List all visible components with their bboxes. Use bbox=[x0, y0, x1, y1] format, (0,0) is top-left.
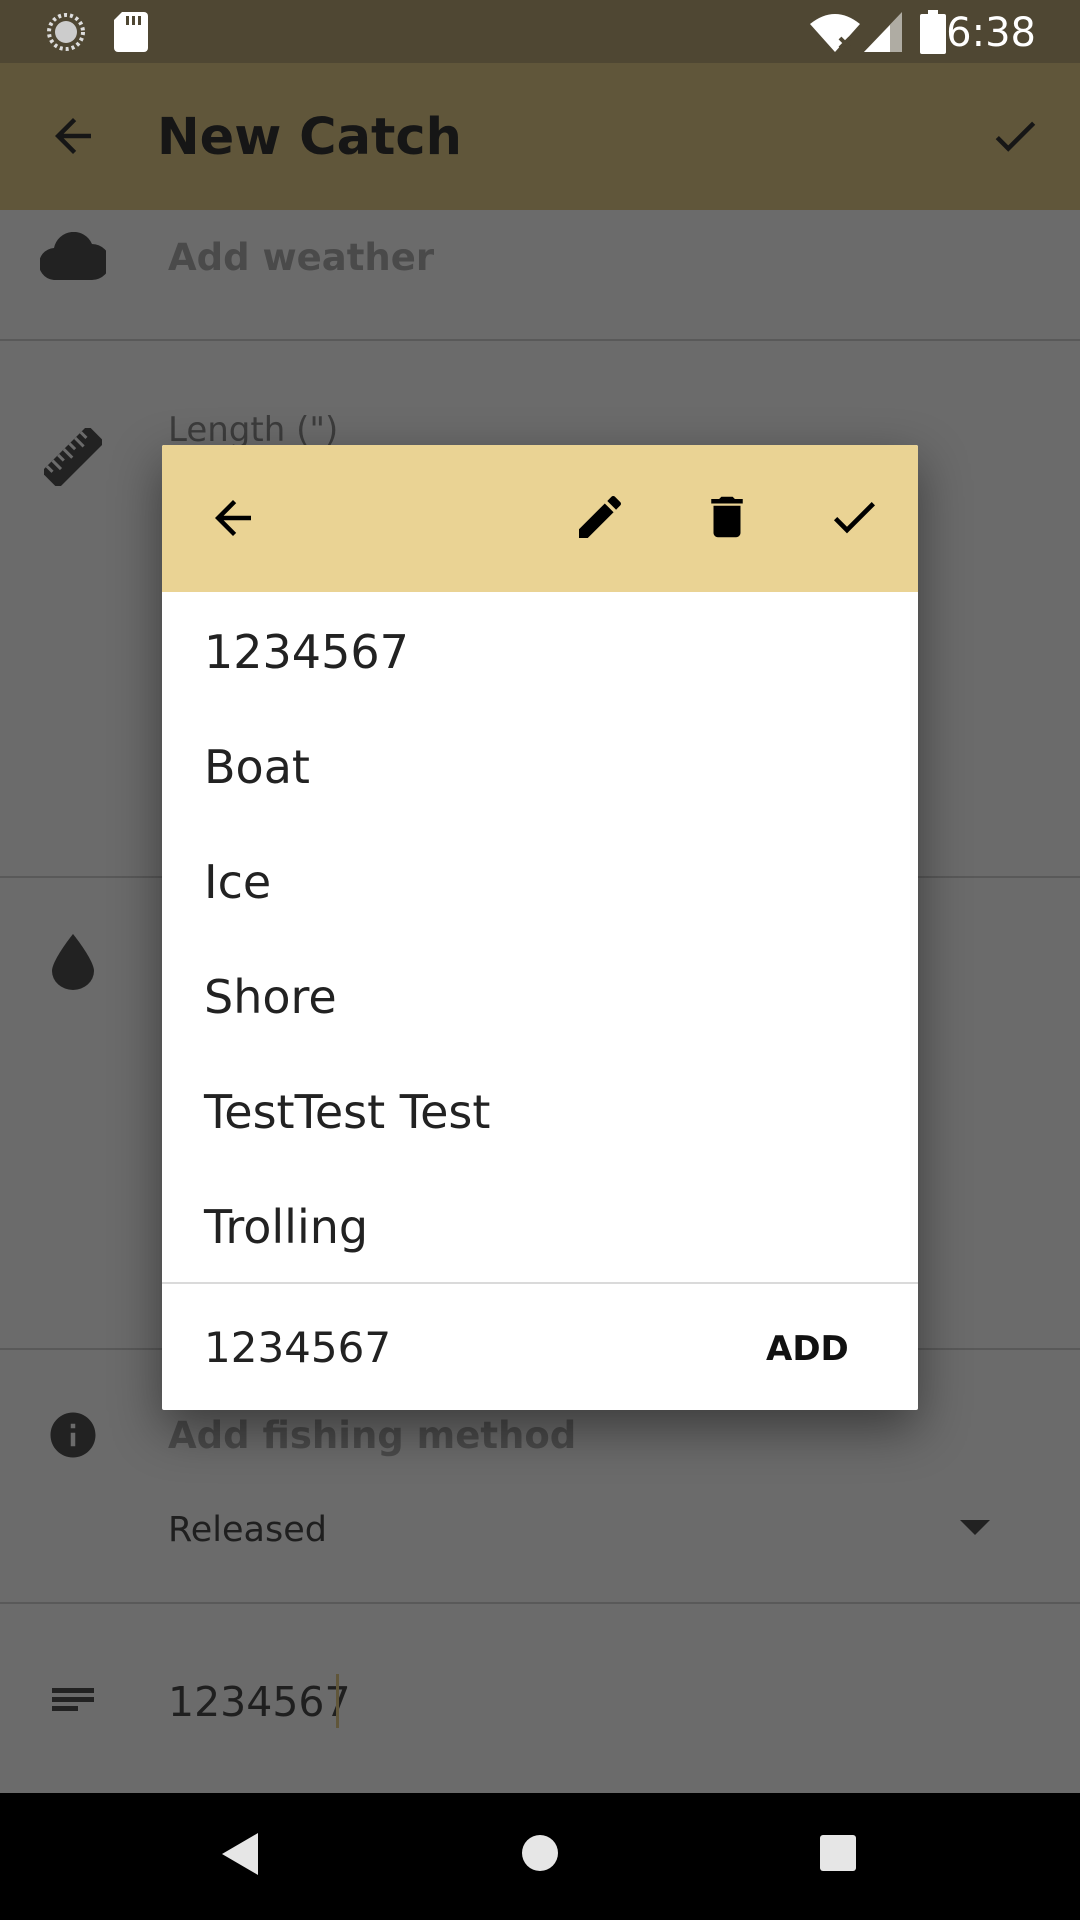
released-value: Released bbox=[168, 1510, 327, 1550]
notes-icon bbox=[52, 1688, 94, 1711]
nav-back-icon[interactable] bbox=[222, 1833, 258, 1875]
dialog-back-icon[interactable] bbox=[206, 491, 260, 545]
delete-trash-icon[interactable] bbox=[700, 489, 754, 545]
navigation-bar bbox=[0, 1793, 1080, 1920]
dialog-confirm-check-icon[interactable] bbox=[826, 489, 882, 545]
info-icon bbox=[50, 1412, 96, 1458]
list-item[interactable]: TestTest Test bbox=[204, 1085, 490, 1139]
dialog-divider bbox=[162, 1282, 918, 1284]
dialog-header bbox=[162, 445, 918, 592]
list-item[interactable]: Ice bbox=[204, 855, 271, 909]
text-cursor bbox=[336, 1674, 339, 1728]
status-time: 6:38 bbox=[946, 10, 1036, 56]
divider bbox=[0, 339, 1080, 341]
divider bbox=[0, 1602, 1080, 1604]
cloud-icon bbox=[40, 232, 106, 280]
fishing-method-field[interactable]: Add fishing method bbox=[168, 1414, 576, 1457]
list-item[interactable]: 1234567 bbox=[204, 625, 409, 679]
water-drop-icon bbox=[52, 934, 94, 990]
sync-icon bbox=[47, 13, 85, 51]
sd-card-icon bbox=[114, 12, 148, 52]
new-item-input[interactable]: 1234567 bbox=[204, 1323, 391, 1372]
status-bar: 6:38 bbox=[0, 0, 1080, 63]
nav-recents-icon[interactable] bbox=[820, 1835, 856, 1871]
length-label[interactable]: Length (") bbox=[168, 410, 338, 450]
ruler-icon bbox=[44, 428, 102, 486]
save-check-icon[interactable] bbox=[988, 109, 1042, 163]
app-bar: New Catch bbox=[0, 63, 1080, 210]
dropdown-arrow-icon[interactable] bbox=[960, 1520, 990, 1536]
weather-field[interactable]: Add weather bbox=[168, 236, 434, 279]
signal-icon bbox=[864, 12, 902, 52]
page-title: New Catch bbox=[157, 108, 462, 167]
notes-input[interactable]: 1234567 bbox=[168, 1678, 351, 1726]
list-item[interactable]: Trolling bbox=[204, 1200, 368, 1254]
edit-pencil-icon[interactable] bbox=[572, 489, 628, 545]
list-item[interactable]: Boat bbox=[204, 740, 310, 794]
add-button[interactable]: ADD bbox=[766, 1329, 849, 1369]
wifi-icon bbox=[810, 14, 860, 52]
battery-icon bbox=[920, 10, 946, 54]
back-arrow-icon[interactable] bbox=[46, 109, 100, 163]
nav-home-icon[interactable] bbox=[520, 1833, 560, 1873]
fishing-method-dialog: 1234567 Boat Ice Shore TestTest Test Tro… bbox=[162, 445, 918, 1410]
list-item[interactable]: Shore bbox=[204, 970, 337, 1024]
